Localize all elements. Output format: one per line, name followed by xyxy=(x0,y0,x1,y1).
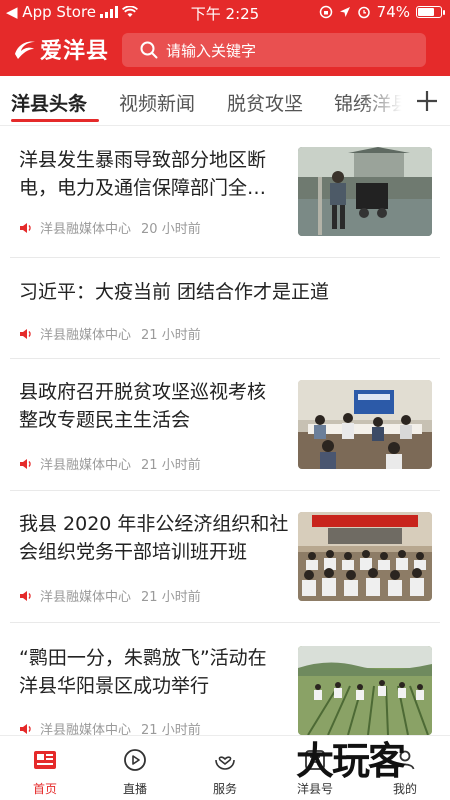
speaker-icon xyxy=(20,590,31,601)
play-icon xyxy=(124,749,146,771)
heart-hands-icon xyxy=(215,756,235,770)
app-header: 爱洋县 请输入关键字 xyxy=(0,24,450,76)
screen-lock-icon xyxy=(319,5,332,19)
tab-video-news[interactable]: 视频新闻 xyxy=(119,89,195,116)
news-time: 21 小时前 xyxy=(141,590,201,605)
news-title-line: 电，电力及通信保障部门全… xyxy=(19,177,267,199)
news-title: 县政府召开脱贫攻坚巡视考核 整改专题民主生活会 xyxy=(19,378,289,434)
flood-repair-thumbnail xyxy=(298,147,432,236)
news-title-line: 习近平：大疫当前 团结合作才是正道 xyxy=(19,281,330,303)
status-bar: ◀ App Store 下午 2:25 74% xyxy=(0,0,450,24)
news-item[interactable]: “鹮田一分，朱鹮放飞”活动在 洋县华阳景区成功举行 洋县融媒体中心 21 小时前 xyxy=(0,623,450,738)
alarm-icon xyxy=(357,6,370,19)
status-right: 74% xyxy=(319,3,445,21)
nav-service[interactable]: 服务 xyxy=(180,736,270,800)
nav-home[interactable]: 首页 xyxy=(0,736,90,800)
tabs-fade xyxy=(360,76,412,125)
search-bar[interactable]: 请输入关键字 xyxy=(122,33,426,67)
news-meta: 洋县融媒体中心 21 小时前 xyxy=(19,454,201,473)
search-placeholder: 请输入关键字 xyxy=(166,41,257,60)
news-item[interactable]: 我县 2020 年非公经济组织和社 会组织党务干部培训班开班 洋县融媒体中心 2… xyxy=(0,491,450,622)
news-time: 21 小时前 xyxy=(141,328,201,343)
battery-percent: 74% xyxy=(376,3,410,21)
news-item[interactable]: 洋县发生暴雨导致部分地区断 电，电力及通信保障部门全… 洋县融媒体中心 20 小… xyxy=(0,127,450,257)
news-meta: 洋县融媒体中心 21 小时前 xyxy=(19,324,201,343)
add-channel-button[interactable] xyxy=(410,82,444,120)
tab-headlines[interactable]: 洋县头条 xyxy=(11,89,87,116)
nav-label: 服务 xyxy=(212,782,237,796)
news-title-line: “鹮田一分，朱鹮放飞”活动在 xyxy=(19,647,267,669)
news-meta: 洋县融媒体中心 20 小时前 xyxy=(19,218,201,237)
meeting-room-thumbnail xyxy=(298,380,432,469)
news-title-line: 我县 2020 年非公经济组织和社 xyxy=(19,513,289,535)
news-title-line: 会组织党务干部培训班开班 xyxy=(19,541,248,563)
tab-poverty-alleviation[interactable]: 脱贫攻坚 xyxy=(227,89,303,116)
rice-field-thumbnail xyxy=(298,646,432,735)
news-title-line: 洋县华阳景区成功举行 xyxy=(19,675,210,697)
category-tabs: 洋县头条 视频新闻 脱贫攻坚 锦绣洋县 xyxy=(0,76,450,126)
logo-text: 爱洋县 xyxy=(40,38,110,64)
news-time: 21 小时前 xyxy=(141,458,201,473)
location-icon xyxy=(339,7,350,17)
news-source: 洋县融媒体中心 xyxy=(40,458,132,473)
news-title: 习近平：大疫当前 团结合作才是正道 xyxy=(19,278,439,306)
news-title-line: 洋县发生暴雨导致部分地区断 xyxy=(19,149,267,171)
news-item[interactable]: 习近平：大疫当前 团结合作才是正道 洋县融媒体中心 21 小时前 xyxy=(0,258,450,358)
plus-icon xyxy=(417,91,437,111)
home-news-icon xyxy=(34,751,56,769)
nav-label: 首页 xyxy=(32,782,57,796)
nav-label: 直播 xyxy=(122,782,147,796)
speaker-icon xyxy=(20,723,31,734)
news-meta: 洋县融媒体中心 21 小时前 xyxy=(19,586,201,605)
speaker-icon xyxy=(20,222,31,233)
logo-swirl-icon xyxy=(15,41,35,59)
news-source: 洋县融媒体中心 xyxy=(40,222,132,237)
speaker-icon xyxy=(20,458,31,469)
search-icon xyxy=(140,41,158,59)
watermark: 大玩客 xyxy=(296,738,406,783)
news-title: 洋县发生暴雨导致部分地区断 电，电力及通信保障部门全… xyxy=(19,146,289,202)
training-hall-thumbnail xyxy=(298,512,432,601)
app-logo[interactable]: 爱洋县 xyxy=(12,34,109,64)
speaker-icon xyxy=(20,328,31,339)
news-time: 20 小时前 xyxy=(141,222,201,237)
news-title-line: 整改专题民主生活会 xyxy=(19,409,191,431)
battery-icon xyxy=(416,6,445,18)
nav-live[interactable]: 直播 xyxy=(90,736,180,800)
news-item[interactable]: 县政府召开脱贫攻坚巡视考核 整改专题民主生活会 洋县融媒体中心 21 小时前 xyxy=(0,359,450,490)
news-title: 我县 2020 年非公经济组织和社 会组织党务干部培训班开班 xyxy=(19,510,294,566)
active-tab-indicator xyxy=(11,119,99,122)
news-source: 洋县融媒体中心 xyxy=(40,328,132,343)
news-title-line: 县政府召开脱贫攻坚巡视考核 xyxy=(19,381,267,403)
news-title: “鹮田一分，朱鹮放飞”活动在 洋县华阳景区成功举行 xyxy=(19,644,294,700)
news-source: 洋县融媒体中心 xyxy=(40,590,132,605)
